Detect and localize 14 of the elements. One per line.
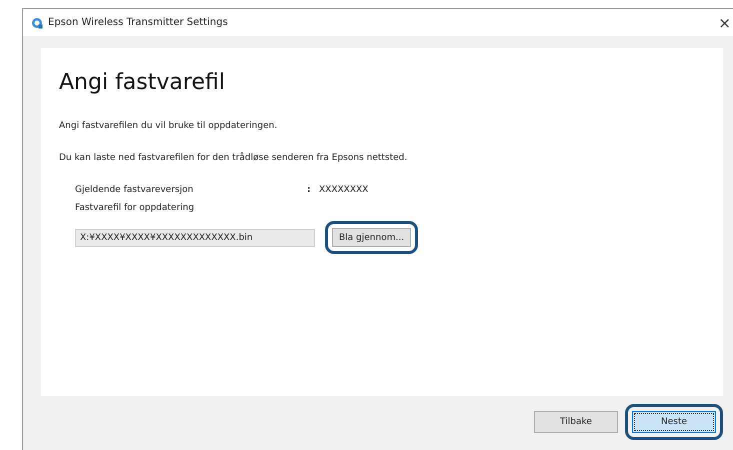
nav-button[interactable]: Tilbake bbox=[534, 411, 618, 433]
instruction-text: Angi fastvarefilen du vil bruke til oppdateringen. bbox=[59, 121, 278, 131]
field-label: Gjeldende fastvareversjon bbox=[75, 185, 194, 195]
version-value: XXXXXXXX bbox=[319, 185, 368, 195]
browse-button[interactable]: Bla gjennom... bbox=[332, 228, 412, 247]
separator-text: : bbox=[307, 185, 312, 195]
field-label: Fastvarefil for oppdatering bbox=[75, 203, 196, 213]
page-heading: Angi fastvarefil bbox=[59, 70, 226, 95]
file-path-field[interactable]: X:¥XXXX¥XXXX¥XXXXXXXXXXXXX.bin bbox=[75, 228, 315, 246]
nav-button[interactable]: Neste bbox=[632, 411, 716, 433]
window-title: Epson Wireless Transmitter Settings bbox=[48, 17, 228, 28]
instruction-text: Du kan laste ned fastvarefilen for den trådløse senderen fra Epsons nettsted. bbox=[59, 153, 408, 163]
app-icon bbox=[31, 16, 43, 28]
close-button[interactable]: × bbox=[718, 14, 731, 32]
